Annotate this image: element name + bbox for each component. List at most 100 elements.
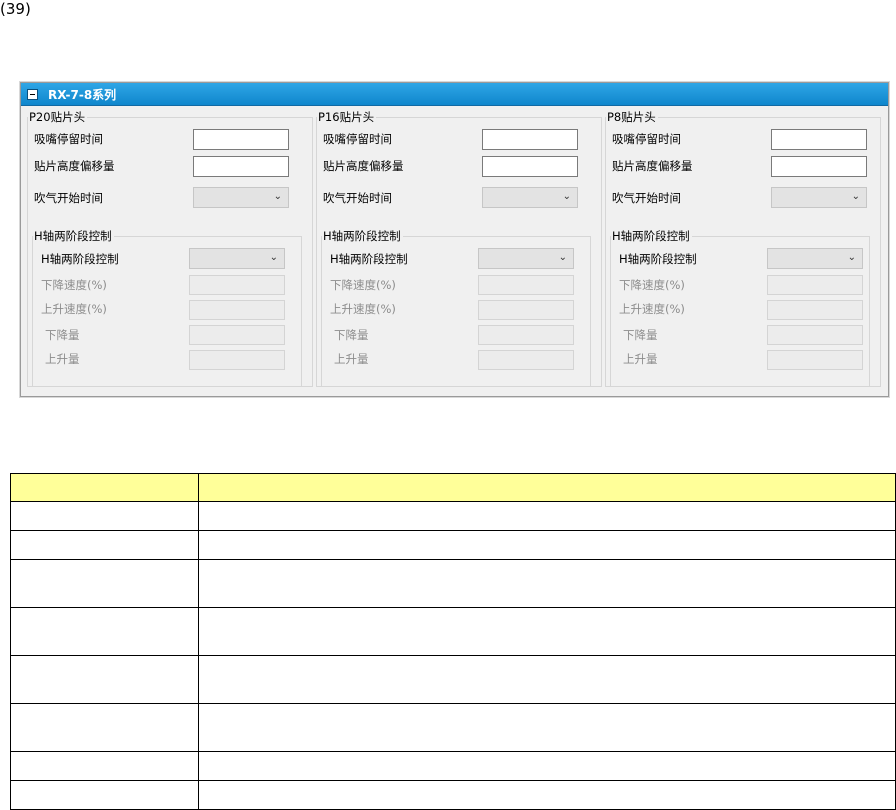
chevron-down-icon: ⌄: [851, 191, 860, 202]
table-cell-desc: [198, 751, 896, 781]
ascend-speed-label: 上升速度(%): [41, 302, 107, 316]
descend-speed-label: 下降速度(%): [619, 278, 685, 292]
figure-label: (39): [0, 0, 31, 18]
descend-speed-label: 下降速度(%): [330, 278, 396, 292]
table-cell-name: [10, 703, 199, 752]
table-row: [10, 751, 896, 781]
head-group-3: P8贴片头 吸嘴停留时间 贴片高度偏移量 吹气开始时间 ⌄ H轴两阶段控制 H轴…: [605, 110, 881, 387]
ascend-amount-label: 上升量: [623, 352, 658, 366]
descend-amount-input[interactable]: [767, 325, 863, 345]
table-row: [10, 780, 896, 810]
h-axis-control-label: H轴两阶段控制: [41, 252, 119, 266]
table-body: [10, 501, 896, 810]
chevron-down-icon: ⌄: [562, 191, 571, 202]
table-cell-name: [10, 530, 199, 560]
descend-amount-input[interactable]: [189, 325, 285, 345]
h-axis-two-stage-group: H轴两阶段控制 H轴两阶段控制 ⌄ 下降速度(%) 上升速度(%) 下降量 上升…: [610, 229, 870, 387]
blow-start-label: 吹气开始时间: [612, 191, 681, 205]
table-row: [10, 655, 896, 704]
ascend-amount-input[interactable]: [189, 350, 285, 370]
ascend-speed-input[interactable]: [189, 300, 285, 320]
descend-amount-input[interactable]: [478, 325, 574, 345]
h-axis-control-label: H轴两阶段控制: [330, 252, 408, 266]
h-axis-control-dropdown[interactable]: ⌄: [478, 248, 574, 269]
chevron-down-icon: ⌄: [269, 252, 278, 263]
table-cell-desc: [198, 655, 896, 704]
blow-start-dropdown[interactable]: ⌄: [193, 187, 289, 208]
h-axis-group-title: H轴两阶段控制: [611, 229, 692, 243]
blow-start-label: 吹气开始时间: [323, 191, 392, 205]
height-offset-label: 贴片高度偏移量: [323, 159, 404, 173]
table-cell-name: [10, 559, 199, 608]
ascend-speed-label: 上升速度(%): [330, 302, 396, 316]
descend-speed-label: 下降速度(%): [41, 278, 107, 292]
table-cell-name: [10, 501, 199, 531]
collapse-icon[interactable]: [27, 88, 38, 100]
table-cell-name: [10, 607, 199, 656]
height-offset-input[interactable]: [193, 156, 289, 177]
head-title: P16贴片头: [317, 110, 377, 124]
descend-amount-label: 下降量: [45, 328, 80, 342]
table-row: [10, 530, 896, 560]
descend-amount-label: 下降量: [623, 328, 658, 342]
ascend-amount-input[interactable]: [478, 350, 574, 370]
descend-amount-label: 下降量: [334, 328, 369, 342]
h-axis-control-dropdown[interactable]: ⌄: [189, 248, 285, 269]
h-axis-group-title: H轴两阶段控制: [322, 229, 403, 243]
height-offset-label: 贴片高度偏移量: [34, 159, 115, 173]
h-axis-group-title: H轴两阶段控制: [33, 229, 114, 243]
ascend-amount-input[interactable]: [767, 350, 863, 370]
panel-title: RX-7-8系列: [48, 87, 117, 102]
table-cell-name: [10, 751, 199, 781]
head-group-1: P20贴片头 吸嘴停留时间 贴片高度偏移量 吹气开始时间 ⌄ H轴两阶段控制 H…: [27, 110, 313, 387]
blow-start-dropdown[interactable]: ⌄: [482, 187, 578, 208]
table-header-desc: [198, 473, 896, 502]
nozzle-dwell-label: 吸嘴停留时间: [34, 132, 103, 146]
nozzle-dwell-label: 吸嘴停留时间: [612, 132, 681, 146]
rx-7-8-series-panel: RX-7-8系列 P20贴片头 吸嘴停留时间 贴片高度偏移量 吹气开始时间 ⌄ …: [20, 82, 889, 397]
h-axis-control-label: H轴两阶段控制: [619, 252, 697, 266]
descend-speed-input[interactable]: [767, 275, 863, 295]
descend-speed-input[interactable]: [189, 275, 285, 295]
head-title: P20贴片头: [28, 110, 88, 124]
nozzle-dwell-label: 吸嘴停留时间: [323, 132, 392, 146]
chevron-down-icon: ⌄: [558, 252, 567, 263]
table-row: [10, 607, 896, 656]
blow-start-label: 吹气开始时间: [34, 191, 103, 205]
table-cell-name: [10, 655, 199, 704]
height-offset-label: 贴片高度偏移量: [612, 159, 693, 173]
head-title: P8贴片头: [606, 110, 658, 124]
table-cell-desc: [198, 703, 896, 752]
table-cell-desc: [198, 530, 896, 560]
chevron-down-icon: ⌄: [273, 191, 282, 202]
table-cell-desc: [198, 607, 896, 656]
ascend-amount-label: 上升量: [334, 352, 369, 366]
parameter-table: [10, 473, 896, 810]
table-cell-name: [10, 780, 199, 810]
table-header-name: [10, 473, 199, 502]
nozzle-dwell-input[interactable]: [482, 129, 578, 150]
table-row: [10, 559, 896, 608]
ascend-amount-label: 上升量: [45, 352, 80, 366]
ascend-speed-input[interactable]: [478, 300, 574, 320]
nozzle-dwell-input[interactable]: [771, 129, 867, 150]
table-cell-desc: [198, 559, 896, 608]
panel-title-bar: RX-7-8系列: [21, 83, 888, 106]
table-cell-desc: [198, 780, 896, 810]
head-group-2: P16贴片头 吸嘴停留时间 贴片高度偏移量 吹气开始时间 ⌄ H轴两阶段控制 H…: [316, 110, 602, 387]
chevron-down-icon: ⌄: [847, 252, 856, 263]
ascend-speed-label: 上升速度(%): [619, 302, 685, 316]
descend-speed-input[interactable]: [478, 275, 574, 295]
table-cell-desc: [198, 501, 896, 531]
ascend-speed-input[interactable]: [767, 300, 863, 320]
h-axis-two-stage-group: H轴两阶段控制 H轴两阶段控制 ⌄ 下降速度(%) 上升速度(%) 下降量 上升…: [32, 229, 302, 387]
nozzle-dwell-input[interactable]: [193, 129, 289, 150]
height-offset-input[interactable]: [482, 156, 578, 177]
table-row: [10, 703, 896, 752]
h-axis-control-dropdown[interactable]: ⌄: [767, 248, 863, 269]
table-row: [10, 501, 896, 531]
height-offset-input[interactable]: [771, 156, 867, 177]
table-header-row: [10, 473, 896, 502]
h-axis-two-stage-group: H轴两阶段控制 H轴两阶段控制 ⌄ 下降速度(%) 上升速度(%) 下降量 上升…: [321, 229, 591, 387]
blow-start-dropdown[interactable]: ⌄: [771, 187, 867, 208]
